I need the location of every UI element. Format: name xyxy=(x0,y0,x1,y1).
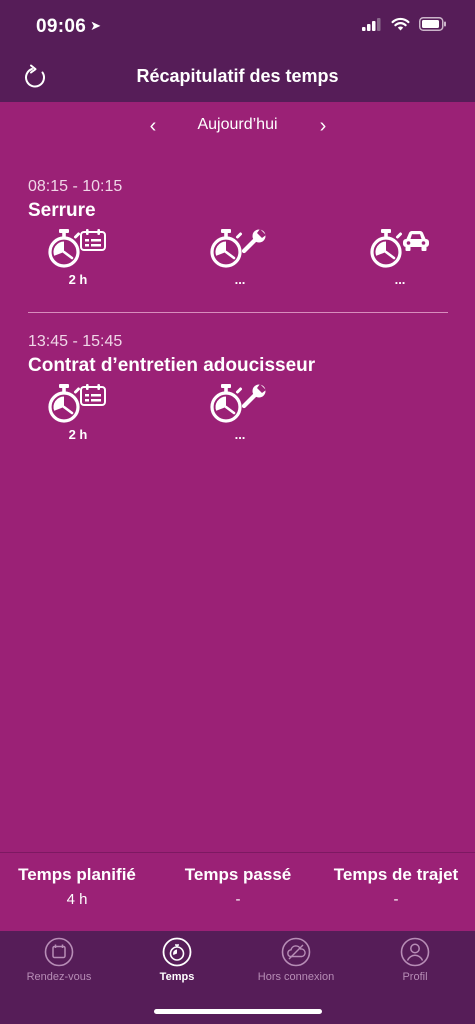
travel-time-metric: ... xyxy=(350,228,450,287)
status-time: 09:06 ➤ xyxy=(36,16,101,38)
stopwatch-icon xyxy=(162,937,192,967)
summary-spent: Temps passé - xyxy=(168,865,308,908)
summary-planned-value: 4 h xyxy=(66,891,88,908)
spent-time-metric: ... xyxy=(190,383,290,442)
location-arrow-icon: ➤ xyxy=(90,18,102,33)
summary-planned: Temps planifié 4 h xyxy=(8,865,146,908)
divider xyxy=(28,312,448,313)
home-indicator[interactable] xyxy=(154,1009,322,1014)
profile-icon xyxy=(400,937,430,967)
tab-label: Profil xyxy=(402,971,428,983)
status-bar: 09:06 ➤ xyxy=(0,0,475,54)
stopwatch-calendar-icon xyxy=(48,383,106,423)
next-day-button[interactable]: › xyxy=(310,114,336,140)
summary-travel-label: Temps de trajet xyxy=(333,865,459,884)
stopwatch-car-icon xyxy=(370,228,429,268)
tab-label: Temps xyxy=(159,971,195,983)
appointment-card[interactable]: 13:45 - 15:45 Contrat d’entretien adouci… xyxy=(0,331,475,451)
appointment-time: 08:15 - 10:15 xyxy=(28,178,123,195)
clock-text: 09:06 xyxy=(36,16,87,37)
planned-time-value: 2 h xyxy=(68,272,88,287)
cloud-offline-icon xyxy=(281,937,311,967)
wifi-icon xyxy=(391,17,410,31)
page-title: Récapitulatif des temps xyxy=(136,66,339,86)
stopwatch-calendar-icon xyxy=(48,228,106,268)
date-label: Aujourd’hui xyxy=(197,116,278,133)
summary-travel-value: - xyxy=(393,891,399,908)
tab-hors-connexion[interactable]: Hors connexion xyxy=(236,937,356,983)
stopwatch-wrench-icon xyxy=(210,228,273,268)
appointment-card[interactable]: 08:15 - 10:15 Serrure 2 h ... ... xyxy=(0,176,475,296)
tab-temps[interactable]: Temps xyxy=(118,937,236,983)
tab-label: Rendez-vous xyxy=(26,971,92,983)
date-navigator: ‹ Aujourd’hui › xyxy=(0,114,475,140)
planned-time-metric: 2 h xyxy=(28,383,128,442)
calendar-icon xyxy=(44,937,74,967)
travel-time-value: ... xyxy=(394,272,406,287)
cellular-signal-icon xyxy=(362,17,381,31)
spent-time-value: ... xyxy=(234,427,246,442)
summary-travel: Temps de trajet - xyxy=(324,865,468,908)
appointment-title: Serrure xyxy=(28,200,96,221)
summary-spent-label: Temps passé xyxy=(184,865,292,884)
planned-time-value: 2 h xyxy=(68,427,88,442)
time-summary: Temps planifié 4 h Temps passé - Temps d… xyxy=(0,852,475,930)
spent-time-value: ... xyxy=(234,272,246,287)
tab-label: Hors connexion xyxy=(257,971,335,983)
status-icons xyxy=(362,17,447,31)
tab-rendez-vous[interactable]: Rendez-vous xyxy=(0,937,118,983)
summary-spent-value: - xyxy=(235,891,241,908)
appointment-time: 13:45 - 15:45 xyxy=(28,333,123,350)
spent-time-metric: ... xyxy=(190,228,290,287)
planned-time-metric: 2 h xyxy=(28,228,128,287)
stopwatch-wrench-icon xyxy=(210,383,273,423)
header-bar: Récapitulatif des temps xyxy=(0,54,475,102)
tab-profil[interactable]: Profil xyxy=(356,937,474,983)
appointment-title: Contrat d’entretien adoucisseur xyxy=(28,355,316,376)
summary-planned-label: Temps planifié xyxy=(18,865,136,884)
battery-icon xyxy=(419,17,446,31)
